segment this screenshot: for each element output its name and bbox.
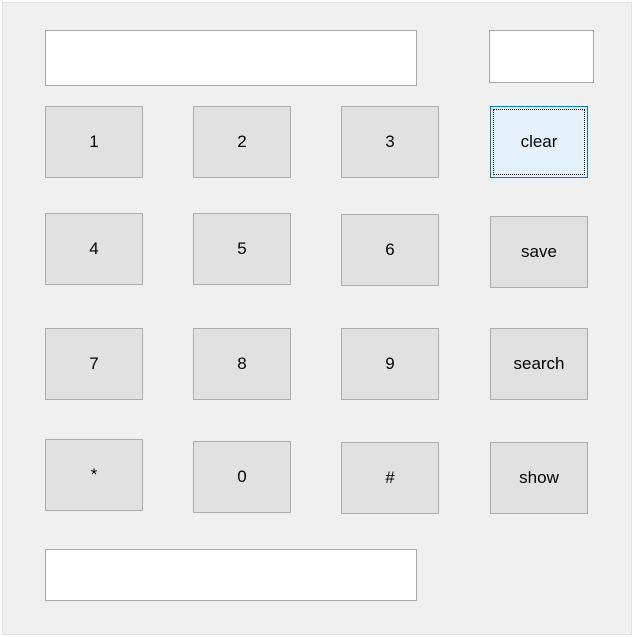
number-input-field[interactable] (45, 30, 417, 86)
key-8-button[interactable]: 8 (193, 328, 291, 400)
key-3-button[interactable]: 3 (341, 106, 439, 178)
key-0-button[interactable]: 0 (193, 441, 291, 513)
key-6-button[interactable]: 6 (341, 214, 439, 286)
search-button[interactable]: search (490, 328, 588, 400)
result-output-field[interactable] (45, 549, 417, 601)
key-1-button[interactable]: 1 (45, 106, 143, 178)
show-button[interactable]: show (490, 442, 588, 514)
save-button[interactable]: save (490, 216, 588, 288)
clear-button[interactable]: clear (490, 106, 588, 178)
key-7-button[interactable]: 7 (45, 328, 143, 400)
app-window: 1 2 3 4 5 6 7 8 9 * 0 # clear save searc… (2, 2, 632, 635)
side-input-field[interactable] (489, 30, 594, 83)
key-star-button[interactable]: * (45, 439, 143, 511)
key-9-button[interactable]: 9 (341, 328, 439, 400)
key-hash-button[interactable]: # (341, 442, 439, 514)
key-5-button[interactable]: 5 (193, 213, 291, 285)
key-4-button[interactable]: 4 (45, 213, 143, 285)
key-2-button[interactable]: 2 (193, 106, 291, 178)
